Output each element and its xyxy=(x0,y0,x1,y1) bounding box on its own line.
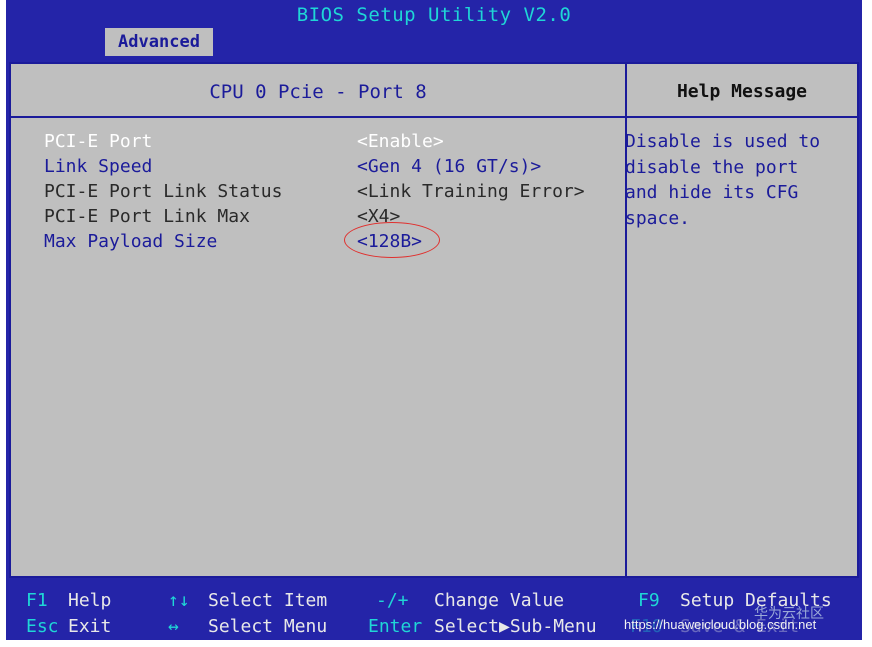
setting-row-link-max: PCI-E Port Link Max <X4> xyxy=(44,204,604,229)
setting-label: PCI-E Port Link Max xyxy=(44,206,250,227)
setting-row-link-speed[interactable]: Link Speed <Gen 4 (16 GT/s)> xyxy=(44,154,604,179)
help-line: Disable is used to xyxy=(625,131,821,152)
key-f9: F9 xyxy=(638,590,660,611)
setting-value: <Link Training Error> xyxy=(357,181,585,202)
setting-row-link-status: PCI-E Port Link Status <Link Training Er… xyxy=(44,179,604,204)
key-desc: Exit xyxy=(68,616,112,637)
settings-list: PCI-E Port <Enable> Link Speed <Gen 4 (1… xyxy=(44,129,604,258)
key-left-right-icon: ↔ xyxy=(168,616,179,637)
setting-label: Max Payload Size xyxy=(44,231,218,252)
key-desc: Select▶Sub-Menu xyxy=(434,616,597,637)
key-plus-minus: -/+ xyxy=(376,590,409,611)
key-desc: Select Item xyxy=(208,590,328,611)
setting-row-pcie-port[interactable]: PCI-E Port <Enable> xyxy=(44,129,604,154)
setting-value[interactable]: <Enable> xyxy=(357,129,444,154)
page-title: CPU 0 Pcie - Port 8 xyxy=(209,81,427,103)
key-enter: Enter xyxy=(368,616,423,637)
app-title: BIOS Setup Utility V2.0 xyxy=(296,4,572,26)
key-f1: F1 xyxy=(26,590,48,611)
setting-label: PCI-E Port xyxy=(44,131,153,152)
highlight-circle xyxy=(344,222,440,258)
setting-label: PCI-E Port Link Status xyxy=(44,181,283,202)
setting-label: Link Speed xyxy=(44,156,153,177)
watermark-url: https://huaweicloud.blog.csdn.net xyxy=(624,617,817,632)
setting-value[interactable]: <Gen 4 (16 GT/s)> xyxy=(357,154,541,179)
horizontal-divider xyxy=(11,116,857,118)
tab-advanced[interactable]: Advanced xyxy=(105,28,213,56)
key-esc: Esc xyxy=(26,616,59,637)
key-desc: Change Value xyxy=(434,590,565,611)
help-line: disable the port xyxy=(625,156,799,178)
help-title: Help Message xyxy=(676,81,808,102)
help-line: and hide its CFG xyxy=(625,182,799,203)
setting-row-max-payload[interactable]: Max Payload Size <128B> xyxy=(44,222,604,258)
key-legend-row: F1 Help ↑↓ Select Item -/+ Change Value … xyxy=(6,588,862,614)
key-desc: Help xyxy=(68,590,112,611)
help-line: space. xyxy=(625,207,691,229)
key-desc: Select Menu xyxy=(208,616,328,637)
bios-screen: BIOS Setup Utility V2.0 Advanced CPU 0 P… xyxy=(6,0,862,640)
help-message: Disable is used to disable the port and … xyxy=(625,129,849,231)
key-up-down-icon: ↑↓ xyxy=(168,590,190,611)
